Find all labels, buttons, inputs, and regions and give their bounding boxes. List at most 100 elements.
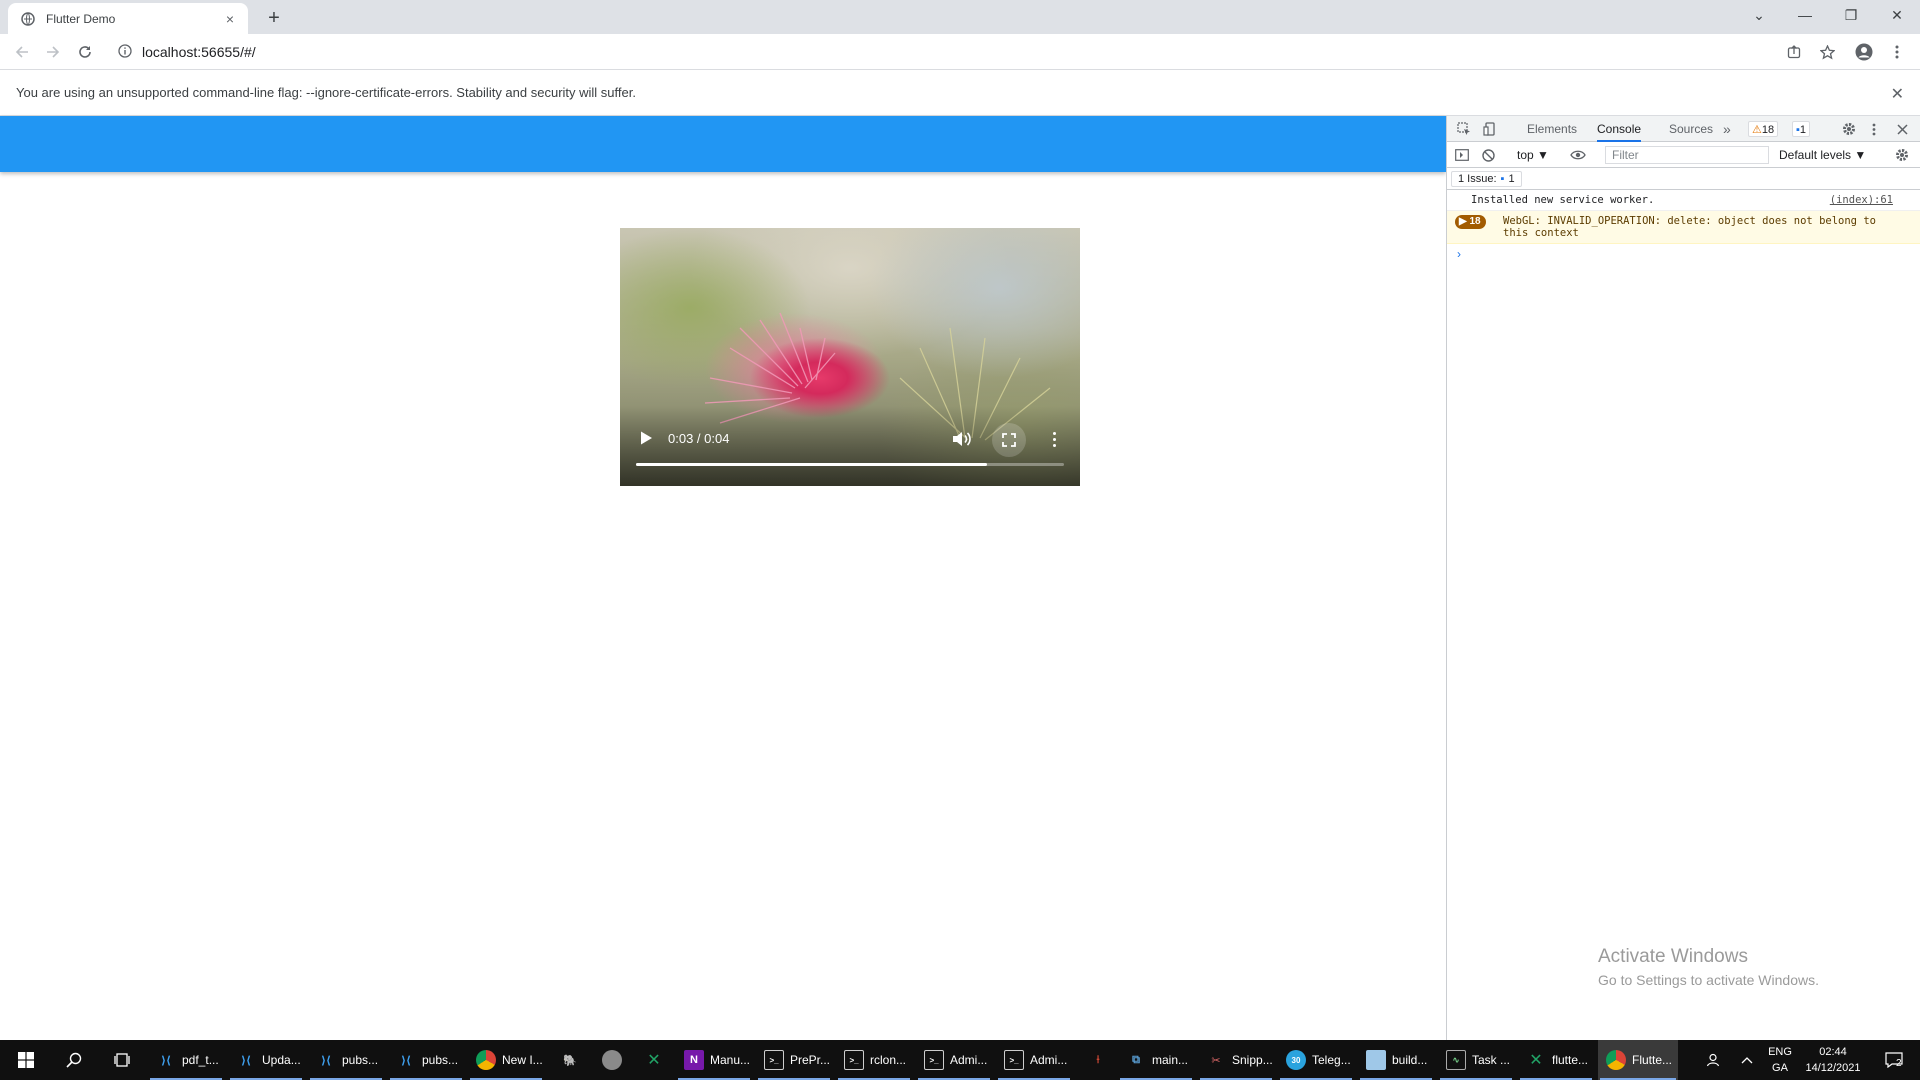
console-warning-text: WebGL: INVALID_OPERATION: delete: object… bbox=[1503, 215, 1876, 239]
console-prompt[interactable]: › bbox=[1447, 244, 1920, 264]
taskbar-item-5[interactable]: N Manu... bbox=[676, 1040, 752, 1080]
system-clock[interactable]: 02:44 14/12/2021 bbox=[1800, 1044, 1866, 1076]
pinned-app-c[interactable]: ✕ bbox=[636, 1040, 670, 1080]
console-source-link[interactable]: (index):61 bbox=[1830, 194, 1893, 206]
taskbar-item-16[interactable]: Flutte... bbox=[1598, 1040, 1678, 1080]
clock-time: 02:44 bbox=[1819, 1046, 1847, 1058]
live-expression-eye-icon[interactable] bbox=[1569, 146, 1587, 164]
restore-button[interactable]: ❐ bbox=[1828, 0, 1874, 30]
taskbar-item-9[interactable]: >_ Admi... bbox=[996, 1040, 1072, 1080]
more-options-icon[interactable] bbox=[1048, 428, 1060, 450]
vscode-icon: ⟩⟨ bbox=[160, 1054, 172, 1067]
back-button[interactable] bbox=[10, 40, 34, 64]
warnings-badge[interactable]: ⚠18 bbox=[1748, 121, 1779, 137]
taskbar-item-7[interactable]: >_ rclon... bbox=[836, 1040, 912, 1080]
console-warning[interactable]: ▶ 18 WebGL: INVALID_OPERATION: delete: o… bbox=[1447, 211, 1920, 244]
pinned-app-d[interactable]: ⟊ bbox=[1080, 1040, 1114, 1080]
tab-close-icon[interactable]: × bbox=[222, 11, 238, 27]
repeat-count-badge: ▶ 18 bbox=[1455, 215, 1486, 229]
unsupported-flag-infobar: You are using an unsupported command-lin… bbox=[0, 70, 1920, 116]
play-button[interactable] bbox=[638, 430, 654, 446]
inspect-element-icon[interactable] bbox=[1455, 120, 1473, 138]
taskbar-item-3[interactable]: ⟩⟨ pubs... bbox=[388, 1040, 464, 1080]
taskbar-item-label: pdf_t... bbox=[182, 1053, 219, 1067]
forward-arrow-icon bbox=[47, 46, 60, 58]
tab-console[interactable]: Console bbox=[1597, 116, 1642, 142]
taskbar-item-13[interactable]: build... bbox=[1358, 1040, 1434, 1080]
task-view-button[interactable] bbox=[102, 1040, 142, 1080]
taskbar-item-12[interactable]: 30 Teleg... bbox=[1278, 1040, 1354, 1080]
taskbar-item-8[interactable]: >_ Admi... bbox=[916, 1040, 992, 1080]
notification-count: 2 bbox=[1896, 1058, 1902, 1069]
address-bar[interactable]: localhost:56655/#/ bbox=[110, 38, 1780, 66]
windows-logo-icon bbox=[18, 1052, 34, 1068]
messages-count: 1 bbox=[1799, 124, 1807, 136]
issues-count: 1 bbox=[1508, 173, 1515, 185]
context-selector[interactable]: top ▼ bbox=[1517, 142, 1549, 168]
taskbar-item-label: Snipp... bbox=[1232, 1053, 1273, 1067]
video-player[interactable]: 0:03 / 0:04 bbox=[620, 228, 1080, 486]
input-language-indicator[interactable]: ENG GA bbox=[1762, 1044, 1798, 1076]
more-tabs-icon[interactable]: » bbox=[1723, 116, 1731, 142]
browser-tab[interactable]: Flutter Demo × bbox=[8, 3, 248, 34]
infobar-close-icon[interactable]: ✕ bbox=[1891, 84, 1904, 104]
share-icon[interactable] bbox=[1782, 40, 1806, 64]
volume-icon bbox=[953, 432, 971, 446]
new-tab-button[interactable]: + bbox=[260, 6, 288, 30]
close-devtools-icon[interactable] bbox=[1893, 120, 1911, 138]
taskbar-item-6[interactable]: >_ PrePr... bbox=[756, 1040, 832, 1080]
reload-icon bbox=[79, 46, 91, 58]
clear-console-icon[interactable] bbox=[1479, 146, 1497, 164]
people-icon[interactable] bbox=[1700, 1040, 1726, 1080]
notification-center-icon[interactable]: 2 bbox=[1874, 1040, 1914, 1080]
play-icon bbox=[641, 431, 652, 445]
pinned-app-a[interactable]: 🐘 bbox=[552, 1040, 586, 1080]
taskbar-item-0[interactable]: ⟩⟨ pdf_t... bbox=[148, 1040, 224, 1080]
taskbar-item-15[interactable]: ✕ flutte... bbox=[1518, 1040, 1594, 1080]
close-window-button[interactable]: ✕ bbox=[1874, 0, 1920, 30]
minimize-button[interactable]: — bbox=[1782, 0, 1828, 30]
console-filter-input[interactable]: Filter bbox=[1605, 146, 1769, 164]
taskbar-item-label: New I... bbox=[502, 1053, 543, 1067]
seek-bar[interactable] bbox=[636, 463, 1064, 466]
activate-windows-watermark: Activate Windows Go to Settings to activ… bbox=[1598, 946, 1819, 988]
flutter-favicon-icon bbox=[20, 11, 36, 27]
url-text[interactable]: localhost:56655/#/ bbox=[142, 44, 256, 60]
taskbar-item-11[interactable]: ✂ Snipp... bbox=[1198, 1040, 1274, 1080]
tab-strip: Flutter Demo × + ⌄ — ❐ ✕ bbox=[0, 0, 1920, 34]
web-page: 0:03 / 0:04 bbox=[0, 116, 1446, 1040]
devtools-menu-icon[interactable] bbox=[1865, 120, 1883, 138]
start-button[interactable] bbox=[6, 1040, 46, 1080]
taskbar-item-2[interactable]: ⟩⟨ pubs... bbox=[308, 1040, 384, 1080]
fullscreen-button[interactable] bbox=[992, 423, 1026, 457]
tab-search-icon[interactable]: ⌄ bbox=[1736, 0, 1782, 30]
profile-avatar-icon[interactable] bbox=[1852, 40, 1876, 64]
site-info-icon[interactable] bbox=[118, 43, 132, 61]
settings-gear-icon[interactable] bbox=[1840, 120, 1858, 138]
sidebar-toggle-icon[interactable] bbox=[1453, 146, 1471, 164]
chrome-menu-icon[interactable] bbox=[1885, 40, 1909, 64]
taskbar-item-14[interactable]: ∿ Task ... bbox=[1438, 1040, 1514, 1080]
tab-sources[interactable]: Sources bbox=[1669, 116, 1713, 142]
messages-badge[interactable]: ▪1 bbox=[1792, 121, 1811, 137]
device-toolbar-icon[interactable] bbox=[1481, 120, 1499, 138]
vscode-icon: ⟩⟨ bbox=[400, 1054, 412, 1067]
snipping-icon: ✂ bbox=[1211, 1054, 1221, 1067]
log-levels-dropdown[interactable]: Default levels ▼ bbox=[1779, 142, 1866, 168]
search-button[interactable] bbox=[54, 1040, 94, 1080]
taskbar-item-1[interactable]: ⟩⟨ Upda... bbox=[228, 1040, 304, 1080]
reload-button[interactable] bbox=[73, 40, 97, 64]
taskbar-item-10[interactable]: ⧉ main... bbox=[1118, 1040, 1194, 1080]
forward-button[interactable] bbox=[41, 40, 65, 64]
show-hidden-icons-chevron-icon[interactable] bbox=[1734, 1040, 1760, 1080]
tab-elements[interactable]: Elements bbox=[1527, 116, 1577, 142]
mute-button[interactable] bbox=[950, 428, 972, 450]
taskbar-item-4[interactable]: New I... bbox=[468, 1040, 544, 1080]
pinned-app-b[interactable] bbox=[594, 1040, 628, 1080]
issues-button[interactable]: 1 Issue: ▪ 1 bbox=[1451, 171, 1522, 187]
taskbar-item-label: flutte... bbox=[1552, 1053, 1589, 1067]
console-settings-gear-icon[interactable] bbox=[1893, 146, 1911, 164]
console-toolbar: top ▼ Filter Default levels ▼ bbox=[1447, 142, 1920, 168]
excel-icon: ✕ bbox=[1529, 1052, 1543, 1069]
bookmark-star-icon[interactable] bbox=[1815, 40, 1839, 64]
